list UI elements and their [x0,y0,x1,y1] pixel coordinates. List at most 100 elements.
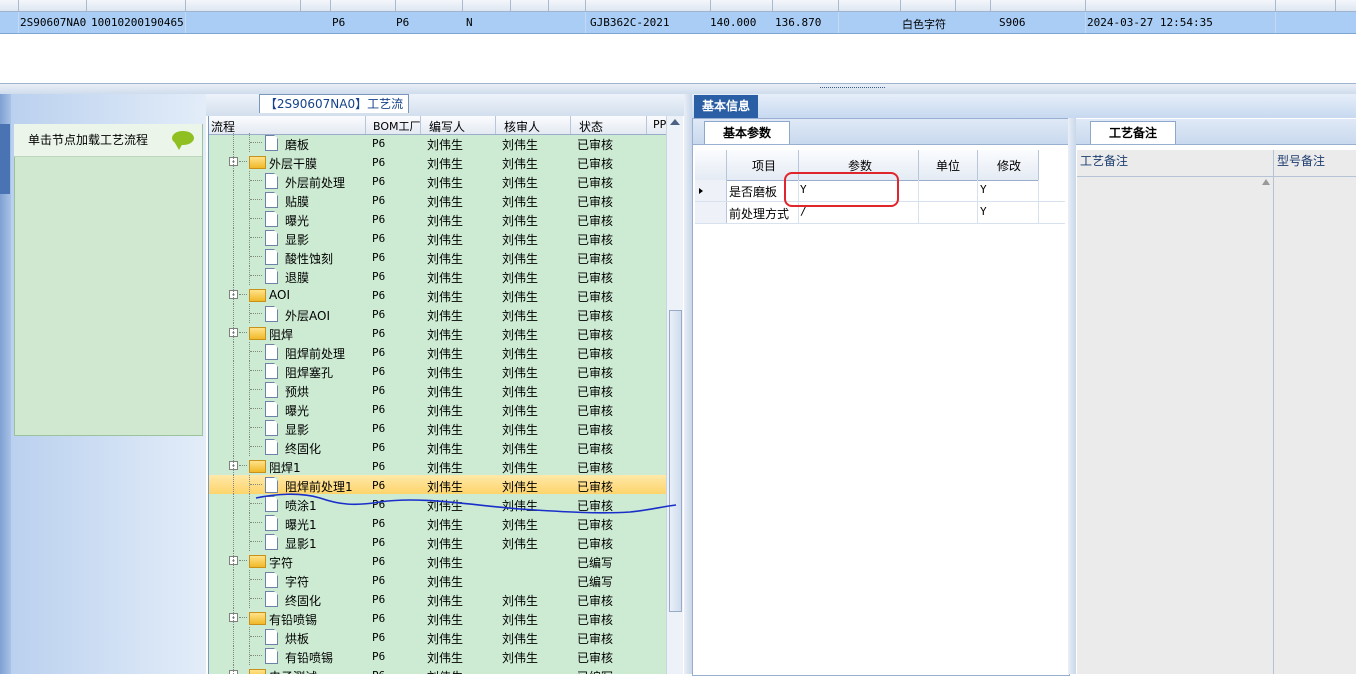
node-writer: 刘伟生 [427,233,464,247]
cell-p1: P6 [332,16,346,29]
tree-leaf-node[interactable]: 喷涂1 P6 刘伟生 刘伟生 已审核 [209,494,667,513]
node-writer: 刘伟生 [427,480,464,494]
node-status: 已审核 [577,461,614,475]
node-label: 烘板 [285,632,310,646]
row-divider [1275,12,1276,33]
tree-folder-node[interactable]: - 字符 P6 刘伟生 已编写 [209,551,667,570]
node-label: 有铅喷锡 [269,613,318,627]
top-grid-header [0,0,1356,12]
document-icon [265,439,278,455]
tree-leaf-node[interactable]: 烘板 P6 刘伟生 刘伟生 已审核 [209,627,667,646]
node-status: 已审核 [577,632,614,646]
node-status: 已审核 [577,195,614,209]
node-bom: P6 [372,346,386,359]
document-icon [265,591,278,607]
tree-leaf-node[interactable]: 退膜 P6 刘伟生 刘伟生 已审核 [209,266,667,285]
scroll-thumb[interactable] [669,310,682,612]
tree-connector [233,456,234,475]
vertical-splitter[interactable] [1068,118,1076,674]
tree-connector [233,475,234,494]
header-divider [548,0,549,11]
tree-connector [250,237,262,238]
scroll-up-arrow-icon[interactable] [1262,179,1270,185]
node-writer: 刘伟生 [427,328,464,342]
hint-text: 单击节点加载工艺流程 [28,133,149,147]
param-modify[interactable]: Y [980,205,987,218]
tree-leaf-node[interactable]: 预烘 P6 刘伟生 刘伟生 已审核 [209,380,667,399]
tree-connector [250,427,262,428]
node-status: 已审核 [577,613,614,627]
node-reviewer: 刘伟生 [502,461,539,475]
model-remark-area[interactable] [1274,150,1356,674]
param-modify[interactable]: Y [980,183,987,196]
tree-connector [239,560,247,561]
vertical-splitter[interactable] [684,94,692,674]
node-status: 已审核 [577,385,614,399]
folder-icon [249,460,266,473]
tree-folder-node[interactable]: -电子测试P6刘伟生已编写 [209,665,667,674]
tab-basic-params[interactable]: 基本参数 [704,121,790,144]
param-cell-divider [1038,180,1039,224]
tree-connector [233,285,234,304]
node-reviewer: 刘伟生 [502,309,539,323]
tree-leaf-node[interactable]: 字符 P6 刘伟生 已编写 [209,570,667,589]
tree-leaf-node[interactable]: 显影 P6 刘伟生 刘伟生 已审核 [209,418,667,437]
node-label: 酸性蚀刻 [285,252,334,266]
tree-leaf-node[interactable]: 外层前处理 P6 刘伟生 刘伟生 已审核 [209,171,667,190]
tree-title-tab[interactable]: 【2S90607NA0】工艺流程 [259,94,409,129]
tree-folder-node[interactable]: - 有铅喷锡 P6 刘伟生 刘伟生 已审核 [209,608,667,627]
node-reviewer: 刘伟生 [502,632,539,646]
tab-process-remarks[interactable]: 工艺备注 [1090,121,1176,144]
nav-collapse-tab[interactable] [0,124,10,194]
scroll-up-arrow-icon[interactable] [670,119,680,125]
node-reviewer: 刘伟生 [502,233,539,247]
node-writer: 刘伟生 [427,176,464,190]
tree-leaf-node[interactable]: 外层AOI P6 刘伟生 刘伟生 已审核 [209,304,667,323]
tree-leaf-node[interactable]: 酸性蚀刻 P6 刘伟生 刘伟生 已审核 [209,247,667,266]
node-status: 已审核 [577,537,614,551]
node-bom: P6 [372,517,386,530]
process-remark-area[interactable] [1077,150,1274,674]
tree-leaf-node[interactable]: 贴膜 P6 刘伟生 刘伟生 已审核 [209,190,667,209]
tree-connector [233,266,234,285]
tree-leaf-node[interactable]: 显影 P6 刘伟生 刘伟生 已审核 [209,228,667,247]
selected-table-row[interactable]: 2S90607NA0 10010200190465 P6 P6 N GJB362… [0,12,1356,34]
node-label: 显影 [285,233,310,247]
node-label: 字符 [285,575,310,589]
header-item[interactable]: 项目 [752,157,776,174]
header-unit[interactable]: 单位 [936,157,960,174]
param-header-divider [918,150,919,180]
tree-leaf-node[interactable]: 曝光1 P6 刘伟生 刘伟生 已审核 [209,513,667,532]
tree-leaf-node[interactable]: 阻焊塞孔 P6 刘伟生 刘伟生 已审核 [209,361,667,380]
node-reviewer: 刘伟生 [502,651,539,665]
tree-folder-node[interactable]: - 阻焊 P6 刘伟生 刘伟生 已审核 [209,323,667,342]
node-bom: P6 [372,251,386,264]
tree-leaf-node[interactable]: 有铅喷锡 P6 刘伟生 刘伟生 已审核 [209,646,667,665]
node-reviewer: 刘伟生 [502,499,539,513]
node-writer: 刘伟生 [427,442,464,456]
node-writer: 刘伟生 [427,195,464,209]
tab-basic-info[interactable]: 基本信息 [694,95,758,118]
tree-folder-node[interactable]: - AOI P6 刘伟生 刘伟生 已审核 [209,285,667,304]
header-bom[interactable]: BOM工厂 [373,118,421,134]
splitter-grip[interactable] [820,87,885,91]
node-bom: P6 [372,232,386,245]
tree-leaf-node[interactable]: 曝光 P6 刘伟生 刘伟生 已审核 [209,399,667,418]
tree-connector [250,408,262,409]
tree-leaf-node[interactable]: 显影1 P6 刘伟生 刘伟生 已审核 [209,532,667,551]
tree-leaf-node[interactable]: 阻焊前处理1 P6 刘伟生 刘伟生 已审核 [209,475,667,494]
tree-folder-node[interactable]: - 外层干膜 P6 刘伟生 刘伟生 已审核 [209,152,667,171]
header-pp[interactable]: PP [653,118,666,131]
tree-leaf-node[interactable]: 终固化 P6 刘伟生 刘伟生 已审核 [209,437,667,456]
header-modify[interactable]: 修改 [997,157,1021,174]
header-divider [420,116,421,134]
tree-leaf-node[interactable]: 磨板 P6 刘伟生 刘伟生 已审核 [209,133,667,152]
tree-folder-node[interactable]: - 阻焊1 P6 刘伟生 刘伟生 已审核 [209,456,667,475]
node-reviewer: 刘伟生 [502,366,539,380]
tree-leaf-node[interactable]: 阻焊前处理 P6 刘伟生 刘伟生 已审核 [209,342,667,361]
tree-leaf-node[interactable]: 曝光 P6 刘伟生 刘伟生 已审核 [209,209,667,228]
tree-leaf-node[interactable]: 终固化 P6 刘伟生 刘伟生 已审核 [209,589,667,608]
left-nav-strip[interactable] [0,94,11,674]
process-flow-tree[interactable]: 流程 BOM工厂 编写人 核审人 状态 PP 磨板 P6 刘伟生 刘伟生 已审核 - 外层干… [208,116,683,674]
tree-scrollbar[interactable] [666,116,683,674]
